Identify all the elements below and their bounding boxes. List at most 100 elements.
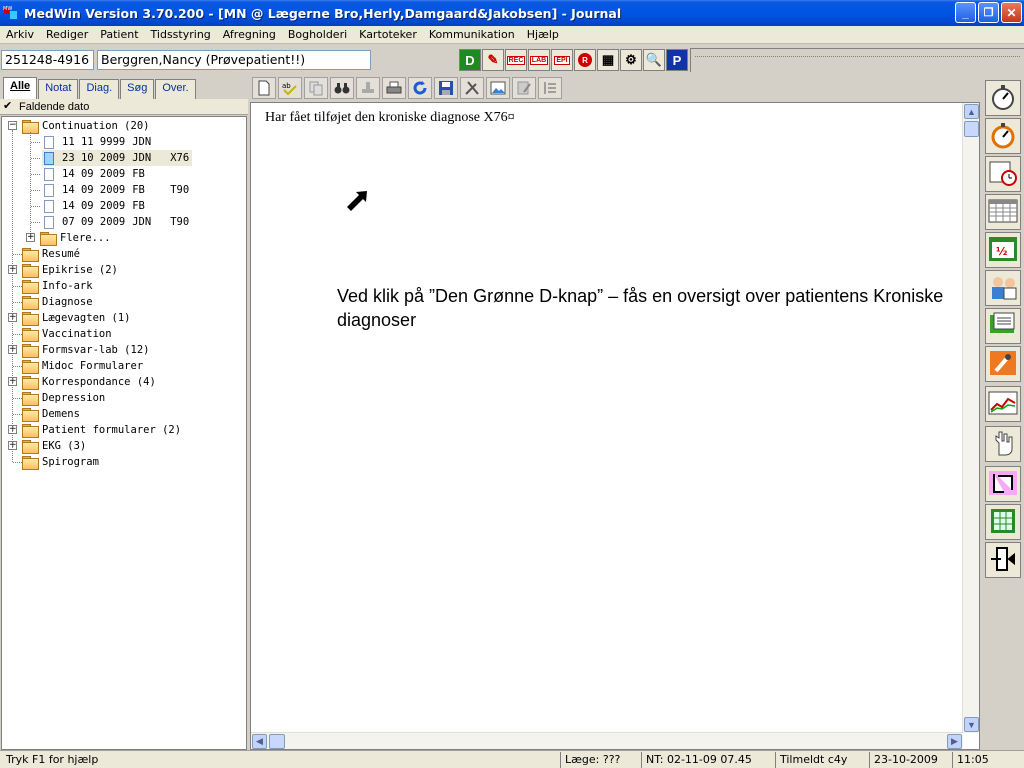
horizontal-scrollbar[interactable]: ◀ ▶ <box>251 732 963 749</box>
lab-button[interactable]: LAB <box>528 49 550 71</box>
scroll-down-button[interactable]: ▼ <box>964 717 979 732</box>
menu-bogholderi[interactable]: Bogholderi <box>282 28 353 41</box>
tree-folder[interactable]: Info-ark <box>22 278 93 294</box>
tree-more[interactable]: Flere... <box>40 230 111 246</box>
save-button[interactable] <box>434 77 458 99</box>
rec-button[interactable]: REC <box>505 49 527 71</box>
tree-folder[interactable]: Korrespondance (4) <box>22 374 156 390</box>
pen-button[interactable]: ✎ <box>482 49 504 71</box>
journal-entry[interactable]: 14 09 2009 FB <box>42 166 173 182</box>
journal-entry[interactable]: 14 09 2009 FB <box>42 198 173 214</box>
find-button[interactable] <box>330 77 354 99</box>
diagnosis-d-button[interactable]: D <box>459 49 481 71</box>
hand-button[interactable] <box>985 426 1021 462</box>
stamp-button[interactable] <box>356 77 380 99</box>
p-button[interactable]: P <box>666 49 688 71</box>
search-button[interactable]: 🔍 <box>643 49 665 71</box>
calendar-button[interactable] <box>985 194 1021 230</box>
scroll-right-button[interactable]: ▶ <box>947 734 962 749</box>
tree-folder-continuation[interactable]: Continuation (20) <box>22 118 149 134</box>
sort-checkbox[interactable]: ✔ <box>3 101 14 112</box>
records-button[interactable] <box>985 308 1021 344</box>
tree-folder[interactable]: Vaccination <box>22 326 112 342</box>
tree-folder[interactable]: Midoc Formularer <box>22 358 143 374</box>
form-button[interactable] <box>985 466 1021 502</box>
graph-button[interactable] <box>985 386 1021 422</box>
cpr-field[interactable]: 251248-4916 <box>1 50 94 70</box>
tree-folder-label: EKG (3) <box>42 440 87 452</box>
stopwatch-button[interactable] <box>985 80 1021 116</box>
tab-notat[interactable]: Notat <box>38 79 79 99</box>
patient-name-field[interactable]: Berggren,Nancy (Prøvepatient!!) <box>97 50 371 70</box>
vertical-scrollbar[interactable]: ▲ ▼ <box>962 103 979 733</box>
tree-folder[interactable]: Spirogram <box>22 454 99 470</box>
menu-kartoteker[interactable]: Kartoteker <box>353 28 423 41</box>
menu-afregning[interactable]: Afregning <box>217 28 282 41</box>
app-icon[interactable]: MW <box>3 5 19 21</box>
menu-patient[interactable]: Patient <box>94 28 144 41</box>
list-button[interactable] <box>538 77 562 99</box>
journal-document[interactable]: Har fået tilføjet den kroniske diagnose … <box>250 102 980 750</box>
menu-tidsstyring[interactable]: Tidsstyring <box>145 28 217 41</box>
journal-tree[interactable]: − Continuation (20) 11 11 9999 JDN 23 10 200… <box>1 116 247 750</box>
image-button[interactable] <box>486 77 510 99</box>
collapse-toggle[interactable]: − <box>8 121 17 130</box>
tree-folder[interactable]: Diagnose <box>22 294 93 310</box>
tree-folder[interactable]: Epikrise (2) <box>22 262 118 278</box>
exit-door-button[interactable] <box>985 542 1021 578</box>
tab-over[interactable]: Over. <box>155 79 196 99</box>
epi-button[interactable]: EPI <box>551 49 573 71</box>
fmk-button[interactable]: ▦ <box>597 49 619 71</box>
tree-folder[interactable]: Patient formularer (2) <box>22 422 181 438</box>
r-button[interactable]: R <box>574 49 596 71</box>
copy-button[interactable] <box>304 77 328 99</box>
menu-kommunikation[interactable]: Kommunikation <box>423 28 521 41</box>
spreadsheet-button[interactable] <box>985 504 1021 540</box>
refresh-button[interactable] <box>408 77 432 99</box>
vertical-scroll-thumb[interactable] <box>964 121 979 137</box>
tab-alle[interactable]: Alle <box>3 77 38 99</box>
menu-arkiv[interactable]: Arkiv <box>0 28 40 41</box>
edit-button[interactable] <box>512 77 536 99</box>
stopwatch-orange-button[interactable] <box>985 118 1021 154</box>
print-button[interactable] <box>382 77 406 99</box>
entry-date: 11 11 9999 <box>62 136 126 148</box>
restore-button[interactable]: ❐ <box>978 2 999 23</box>
journal-entry[interactable]: 07 09 2009 JDN T90 <box>42 214 192 230</box>
medicine-button[interactable] <box>985 346 1021 382</box>
title-bar[interactable]: MW MedWin Version 3.70.200 - [MN @ Læger… <box>0 0 1024 26</box>
new-document-button[interactable] <box>252 77 276 99</box>
tree-folder-label: Epikrise (2) <box>42 264 118 276</box>
tree-guide <box>31 158 40 159</box>
calendar-half-button[interactable]: ½ <box>985 232 1021 268</box>
tree-folder[interactable]: Lægevagten (1) <box>22 310 131 326</box>
minimize-button[interactable]: _ <box>955 2 976 23</box>
expand-toggle[interactable]: + <box>26 233 35 242</box>
scroll-up-button[interactable]: ▲ <box>964 104 979 119</box>
tab-søg[interactable]: Søg <box>120 79 155 99</box>
gear-button[interactable]: ⚙ <box>620 49 642 71</box>
tools-button[interactable] <box>460 77 484 99</box>
tree-folder[interactable]: EKG (3) <box>22 438 86 454</box>
journal-entry[interactable]: 14 09 2009 FB T90 <box>42 182 192 198</box>
journal-text[interactable]: Har fået tilføjet den kroniske diagnose … <box>265 110 515 126</box>
tree-folder[interactable]: Demens <box>22 406 80 422</box>
graph-icon <box>988 390 1018 419</box>
journal-entry[interactable]: 23 10 2009 JDN X76 <box>42 150 193 166</box>
scroll-left-button[interactable]: ◀ <box>252 734 267 749</box>
spellcheck-button[interactable]: ab <box>278 77 302 99</box>
menu-rediger[interactable]: Rediger <box>40 28 94 41</box>
doctor-nurse-button[interactable] <box>985 270 1021 306</box>
calendar-clock-button[interactable] <box>985 156 1021 192</box>
close-button[interactable]: ✕ <box>1001 2 1022 23</box>
tree-folder[interactable]: Depression <box>22 390 105 406</box>
sort-option[interactable]: ✔ Faldende dato <box>0 99 248 115</box>
tab-diag[interactable]: Diag. <box>79 79 120 99</box>
horizontal-scroll-thumb[interactable] <box>269 734 285 749</box>
menu-hjælp[interactable]: Hjælp <box>521 28 565 41</box>
tree-folder[interactable]: Resumé <box>22 246 80 262</box>
tree-folder[interactable]: Formsvar-lab (12) <box>22 342 149 358</box>
entry-user: FB <box>132 184 145 196</box>
tree-guide <box>13 334 22 335</box>
journal-entry[interactable]: 11 11 9999 JDN <box>42 134 173 150</box>
